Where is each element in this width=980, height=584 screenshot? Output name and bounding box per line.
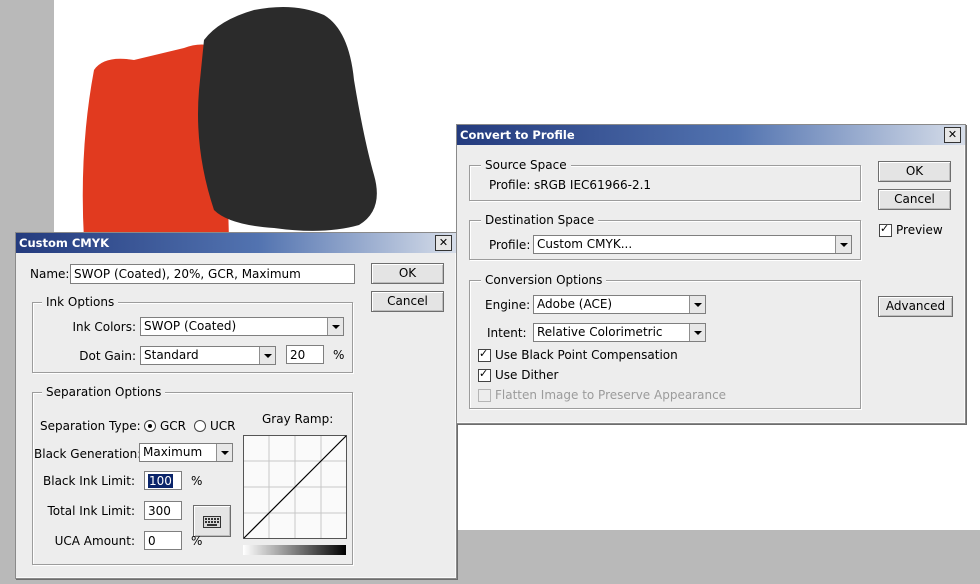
dither-label: Use Dither <box>495 368 559 382</box>
black-point-checkbox[interactable] <box>478 347 491 362</box>
name-field[interactable]: SWOP (Coated), 20%, GCR, Maximum <box>70 264 355 284</box>
separation-options-legend: Separation Options <box>42 385 166 399</box>
chevron-down-icon[interactable] <box>327 318 343 335</box>
black-generation-label: Black Generation: <box>34 447 142 461</box>
gcr-radio[interactable] <box>144 420 156 432</box>
engine-value: Adobe (ACE) <box>537 297 613 311</box>
destination-space-legend: Destination Space <box>481 213 599 227</box>
ucr-radio[interactable] <box>194 420 206 432</box>
close-icon[interactable]: ✕ <box>944 127 961 143</box>
separation-type-label: Separation Type: <box>40 419 141 433</box>
custom-cmyk-dialog: Custom CMYK ✕ Name: SWOP (Coated), 20%, … <box>15 232 457 579</box>
source-space-legend: Source Space <box>481 158 571 172</box>
convert-to-profile-dialog: Convert to Profile ✕ Source Space Profil… <box>456 124 966 424</box>
intent-label: Intent: <box>487 326 527 340</box>
chevron-down-icon[interactable] <box>835 236 851 253</box>
dot-gain-percent-field[interactable]: 20 <box>286 345 324 364</box>
black-point-label: Use Black Point Compensation <box>495 348 678 362</box>
uca-amount-label: UCA Amount: <box>54 534 135 548</box>
uca-amount-field[interactable]: 0 <box>144 531 182 550</box>
total-ink-limit-field[interactable]: 300 <box>144 501 182 520</box>
source-profile-label: Profile: <box>489 178 531 192</box>
gray-ramp-gradient <box>243 545 346 555</box>
conversion-options-legend: Conversion Options <box>481 273 607 287</box>
dither-checkbox[interactable] <box>478 367 491 382</box>
gray-ramp-label: Gray Ramp: <box>262 412 334 426</box>
black-generation-select[interactable]: Maximum <box>139 443 233 462</box>
cancel-button[interactable]: Cancel <box>371 291 444 312</box>
destination-profile-value: Custom CMYK... <box>537 237 633 251</box>
custom-cmyk-titlebar[interactable]: Custom CMYK <box>16 233 456 253</box>
flatten-label: Flatten Image to Preserve Appearance <box>495 388 727 402</box>
gcr-label: GCR <box>160 419 187 433</box>
uca-amount-percent: % <box>191 534 203 548</box>
total-ink-limit-label: Total Ink Limit: <box>47 504 135 518</box>
name-label: Name: <box>30 267 70 281</box>
ok-button[interactable]: OK <box>371 263 444 284</box>
black-brush-stroke <box>198 6 377 231</box>
black-generation-value: Maximum <box>143 445 203 459</box>
source-profile-value: sRGB IEC61966-2.1 <box>534 178 652 192</box>
gray-ramp-graph <box>243 435 347 539</box>
chevron-down-icon[interactable] <box>689 324 705 341</box>
ink-colors-value: SWOP (Coated) <box>144 319 237 333</box>
keyboard-icon[interactable] <box>193 505 231 537</box>
cancel-button[interactable]: Cancel <box>878 189 951 210</box>
intent-value: Relative Colorimetric <box>537 325 663 339</box>
black-ink-limit-percent: % <box>191 474 203 488</box>
chevron-down-icon[interactable] <box>689 296 705 313</box>
dot-gain-label: Dot Gain: <box>79 349 136 363</box>
black-ink-limit-label: Black Ink Limit: <box>43 474 135 488</box>
convert-to-profile-titlebar[interactable]: Convert to Profile <box>457 125 965 145</box>
chevron-down-icon[interactable] <box>259 347 275 364</box>
close-icon[interactable]: ✕ <box>435 235 452 251</box>
destination-profile-select[interactable]: Custom CMYK... <box>533 235 852 254</box>
ink-colors-select[interactable]: SWOP (Coated) <box>140 317 344 336</box>
preview-checkbox[interactable] <box>879 222 892 237</box>
ucr-label: UCR <box>210 419 236 433</box>
dot-gain-select[interactable]: Standard <box>140 346 276 365</box>
preview-label: Preview <box>896 223 943 237</box>
flatten-checkbox[interactable] <box>478 389 491 402</box>
convert-to-profile-title: Convert to Profile <box>460 128 575 142</box>
destination-profile-label: Profile: <box>489 238 531 252</box>
black-ink-limit-value: 100 <box>148 474 173 488</box>
ink-colors-label: Ink Colors: <box>72 320 136 334</box>
black-ink-limit-field[interactable]: 100 <box>144 471 182 490</box>
dot-gain-percent-sign: % <box>333 348 345 362</box>
engine-select[interactable]: Adobe (ACE) <box>533 295 706 314</box>
advanced-button[interactable]: Advanced <box>878 296 953 317</box>
custom-cmyk-title: Custom CMYK <box>19 236 109 250</box>
intent-select[interactable]: Relative Colorimetric <box>533 323 706 342</box>
dot-gain-value: Standard <box>144 348 199 362</box>
engine-label: Engine: <box>485 298 531 312</box>
ok-button[interactable]: OK <box>878 161 951 182</box>
ink-options-legend: Ink Options <box>42 295 119 309</box>
chevron-down-icon[interactable] <box>216 444 232 461</box>
